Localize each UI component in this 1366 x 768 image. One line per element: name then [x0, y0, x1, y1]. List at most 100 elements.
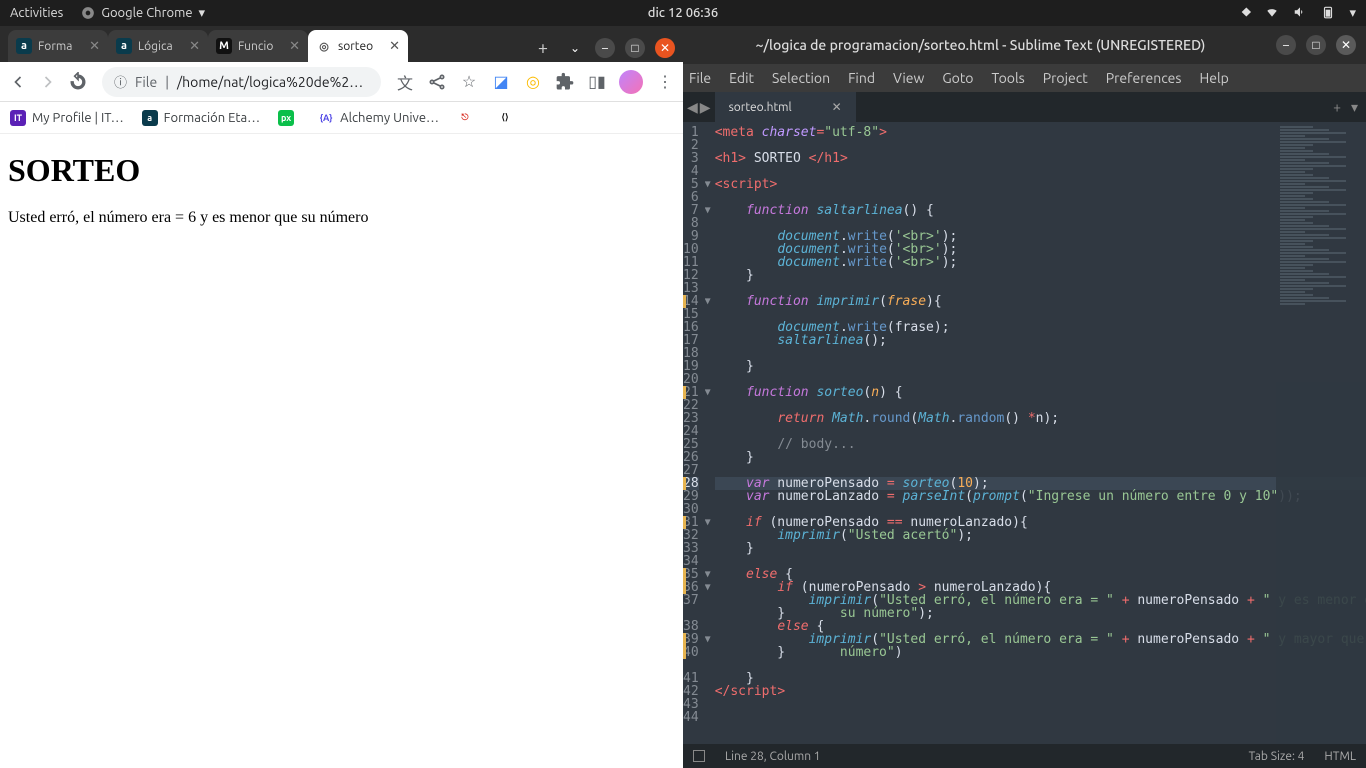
code-line[interactable]: }	[715, 672, 1366, 685]
translate-icon[interactable]: 文	[395, 72, 415, 92]
code-line[interactable]: function sorteo(n) {	[715, 386, 1366, 399]
clock[interactable]: dic 12 06:36	[648, 6, 718, 20]
tab-overflow-icon[interactable]: ⌄	[565, 38, 585, 58]
tab-close-icon[interactable]: ✕	[389, 39, 400, 54]
line-number[interactable]: 44	[683, 711, 699, 724]
rendered-page: SORTEO Usted erró, el número era = 6 y e…	[0, 134, 683, 768]
menu-edit[interactable]: Edit	[729, 70, 754, 86]
code-line[interactable]: imprimir("Usted acertó");	[715, 529, 1366, 542]
activities-button[interactable]: Activities	[10, 6, 63, 20]
reload-button[interactable]	[68, 72, 88, 92]
window-title: ~/logica de programacion/sorteo.html - S…	[693, 37, 1268, 53]
code-line[interactable]: imprimir("Usted erró, el número era = " …	[715, 633, 1366, 646]
tab-prev-icon[interactable]: ◀	[687, 99, 698, 116]
maximize-button[interactable]: □	[625, 38, 645, 58]
tab-close-icon[interactable]: ✕	[832, 100, 842, 114]
menu-file[interactable]: File	[689, 70, 711, 86]
code-line[interactable]	[715, 347, 1366, 360]
code-line[interactable]: imprimir("Usted erró, el número era = " …	[715, 594, 1366, 607]
tab-close-icon[interactable]: ✕	[289, 39, 300, 54]
minimap[interactable]	[1276, 122, 1366, 744]
battery-icon[interactable]	[1321, 5, 1335, 22]
dropbox-icon[interactable]: ⯁	[1241, 6, 1251, 21]
wifi-icon[interactable]	[1265, 5, 1279, 22]
code-line[interactable]: </script>	[715, 685, 1366, 698]
menu-view[interactable]: View	[893, 70, 924, 86]
code-line[interactable]: }	[715, 542, 1366, 555]
status-panel-icon[interactable]	[693, 750, 705, 762]
code-line[interactable]: document.write('<br>');	[715, 256, 1366, 269]
menu-help[interactable]: Help	[1199, 70, 1228, 86]
browser-tab-1[interactable]: aLógica✕	[108, 30, 208, 62]
share-icon[interactable]	[427, 72, 447, 92]
code-line[interactable]: return Math.round(Math.random() *n);	[715, 412, 1366, 425]
code-line[interactable]: // body...	[715, 438, 1366, 451]
code-line[interactable]	[715, 165, 1366, 178]
sublime-menubar: File Edit Selection Find View Goto Tools Projec…	[683, 64, 1366, 92]
browser-tab-0[interactable]: aForma✕	[8, 30, 108, 62]
back-button[interactable]	[8, 72, 28, 92]
new-tab-button[interactable]: +	[529, 34, 557, 62]
bookmark-favicon-icon: px	[278, 110, 294, 126]
code-line[interactable]: }	[715, 360, 1366, 373]
maximize-button[interactable]: □	[1306, 35, 1326, 55]
tab-title: Funcio	[238, 40, 283, 53]
code-line[interactable]: <h1> SORTEO </h1>	[715, 152, 1366, 165]
bookmark-2[interactable]: px	[278, 110, 300, 126]
menu-tools[interactable]: Tools	[992, 70, 1025, 86]
sublime-window: ~/logica de programacion/sorteo.html - S…	[683, 26, 1366, 768]
code-line[interactable]: var numeroLanzado = parseInt(prompt("Ing…	[715, 490, 1366, 503]
bookmark-star-icon[interactable]: ☆	[459, 72, 479, 92]
code-line[interactable]	[715, 555, 1366, 568]
bookmark-5[interactable]: ⟨⟩	[497, 110, 519, 126]
new-tab-plus-icon[interactable]: +	[1333, 99, 1341, 116]
extension-icon-1[interactable]: ◪	[491, 72, 511, 92]
tab-next-icon[interactable]: ▶	[700, 99, 711, 116]
tab-close-icon[interactable]: ✕	[189, 39, 200, 54]
system-menu-arrow[interactable]: ▾	[1349, 6, 1356, 21]
bookmark-4[interactable]: ⎋	[457, 110, 479, 126]
profile-avatar[interactable]	[619, 70, 643, 94]
code-line[interactable]: function saltarlinea() {	[715, 204, 1366, 217]
status-tabsize[interactable]: Tab Size: 4	[1249, 750, 1305, 763]
code-line[interactable]: }	[715, 269, 1366, 282]
minimize-button[interactable]: –	[595, 38, 615, 58]
close-button[interactable]: ✕	[655, 38, 675, 58]
code-line[interactable]: <script>	[715, 178, 1366, 191]
volume-icon[interactable]	[1293, 5, 1307, 22]
menu-selection[interactable]: Selection	[772, 70, 830, 86]
bookmark-3[interactable]: {A}Alchemy Unive…	[318, 110, 439, 126]
code-line[interactable]: saltarlinea();	[715, 334, 1366, 347]
bookmark-1[interactable]: aFormación Eta…	[142, 110, 260, 126]
app-menu[interactable]: Google Chrome ▾	[81, 6, 205, 21]
menu-goto[interactable]: Goto	[942, 70, 973, 86]
menu-preferences[interactable]: Preferences	[1106, 70, 1182, 86]
menu-kebab-icon[interactable]: ⋮	[655, 72, 675, 92]
close-button[interactable]: ✕	[1336, 35, 1356, 55]
tab-sorteo[interactable]: sorteo.html ✕	[715, 92, 857, 122]
tab-close-icon[interactable]: ✕	[89, 39, 100, 54]
menu-project[interactable]: Project	[1043, 70, 1088, 86]
site-info-icon[interactable]: ⓘ	[114, 72, 127, 91]
browser-tab-3[interactable]: ◎sorteo✕	[308, 30, 408, 62]
code-line[interactable]: }	[715, 451, 1366, 464]
extension-icon-2[interactable]: ◎	[523, 72, 543, 92]
extensions-puzzle-icon[interactable]	[555, 72, 575, 92]
code-line[interactable]: function imprimir(frase){	[715, 295, 1366, 308]
side-panel-icon[interactable]: ▯▮	[587, 72, 607, 92]
menu-find[interactable]: Find	[848, 70, 875, 86]
code-editor[interactable]: 1234567891011121314151617181920212223242…	[683, 122, 1366, 744]
code-line[interactable]	[715, 659, 1366, 672]
omnibox[interactable]: ⓘ File | /home/nat/logica%20de%2…	[102, 67, 381, 97]
bookmark-label: Formación Eta…	[164, 111, 260, 125]
status-syntax[interactable]: HTML	[1324, 750, 1356, 763]
tab-overflow-icon[interactable]: ▾	[1351, 99, 1358, 116]
status-position[interactable]: Line 28, Column 1	[725, 750, 821, 763]
code-line[interactable]: <meta charset="utf-8">	[715, 126, 1366, 139]
browser-tab-2[interactable]: MFuncio✕	[208, 30, 308, 62]
forward-button[interactable]	[38, 72, 58, 92]
url-scheme: File	[135, 74, 157, 90]
minimize-button[interactable]: –	[1276, 35, 1296, 55]
tab-title: Lógica	[138, 40, 183, 53]
bookmark-0[interactable]: ITMy Profile | IT…	[10, 110, 124, 126]
